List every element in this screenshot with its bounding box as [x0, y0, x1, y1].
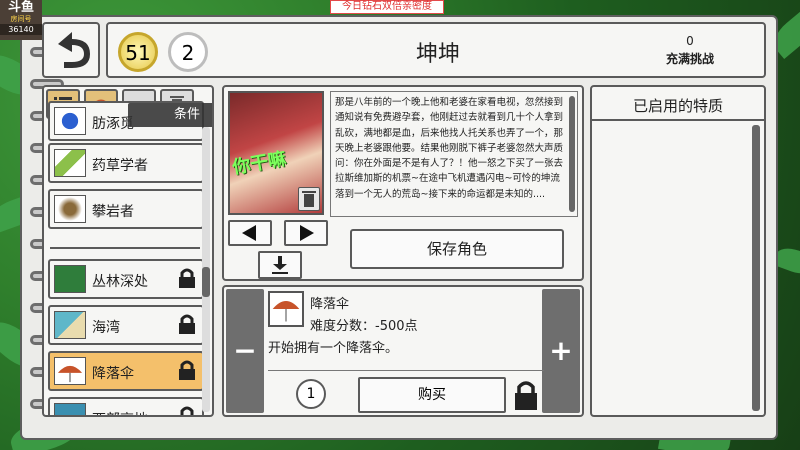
trait-detail-panel: − + 降落伞 难度分数：-500点 开始拥有一个降落伞。 1 购买 [222, 285, 584, 417]
description-scrollbar[interactable] [569, 96, 575, 212]
room-label: 房间号 [10, 15, 32, 23]
lock-icon [515, 381, 537, 410]
trait-name: 降落伞 [310, 297, 350, 312]
trait-list: 条件 肪涿觅 药草学者 攀岩者 丛林深处 海湾 降落伞 西部高地 [42, 85, 214, 417]
decrease-button[interactable]: − [226, 289, 264, 413]
list-item-selected[interactable]: 降落伞 [48, 351, 204, 391]
trait-score: 难度分数：-500点 [310, 319, 418, 334]
stream-banner: 今日钻石双倍亲密度 [330, 0, 444, 14]
arrow-left-icon [242, 225, 256, 241]
character-portrait: 你干嘛 [228, 91, 324, 215]
divider [268, 370, 544, 371]
jungle-icon [54, 265, 86, 293]
quantity-badge: 1 [296, 379, 326, 409]
minus-icon: − [233, 334, 257, 367]
list-scrollbar[interactable] [202, 127, 210, 412]
lock-icon [179, 268, 195, 288]
parachute-icon [54, 357, 86, 385]
save-character-button[interactable]: 保存角色 [350, 229, 564, 269]
tooltip: 条件 [128, 103, 212, 127]
challenge-count: 0 [686, 34, 694, 48]
character-panel: 你干嘛 那是八年前的一个晚上他和老婆在家看电视，忽然接到通知说有免费避孕套，他刚… [222, 85, 584, 281]
trait-description: 开始拥有一个降落伞。 [268, 341, 399, 356]
bay-icon [54, 311, 86, 339]
gold-coin-counter: 51 [118, 32, 158, 72]
room-id: 36140 [0, 24, 42, 35]
enabled-traits-panel: 已启用的特质 [590, 85, 766, 417]
list-item[interactable]: 药草学者 [48, 143, 204, 183]
highland-icon [54, 403, 86, 415]
portrait-caption: 你干嘛 [230, 148, 288, 179]
next-portrait-button[interactable] [284, 220, 328, 246]
prev-portrait-button[interactable] [228, 220, 272, 246]
douyu-logo: 斗鱼 房间号 36140 [0, 0, 42, 40]
list-item[interactable]: 西部高地 [48, 397, 204, 415]
lock-icon [179, 360, 195, 380]
arrow-right-icon [300, 225, 314, 241]
enabled-scrollbar[interactable] [752, 125, 760, 411]
enabled-traits-title: 已启用的特质 [592, 87, 764, 121]
item-label: 西部高地 [92, 409, 148, 415]
download-icon [272, 256, 288, 274]
list-item[interactable]: 攀岩者 [48, 189, 204, 229]
trash-icon [302, 191, 316, 207]
delete-portrait-button[interactable] [298, 187, 320, 211]
item-label: 降落伞 [92, 366, 134, 382]
parachute-icon [268, 291, 304, 327]
plus-icon: + [549, 334, 573, 367]
list-item[interactable]: 海湾 [48, 305, 204, 345]
increase-button[interactable]: + [542, 289, 580, 413]
herb-icon [54, 149, 86, 177]
scroll-thumb[interactable] [202, 267, 210, 297]
item-thumbnail [54, 107, 86, 135]
back-button[interactable] [42, 22, 100, 78]
challenge-info: 0 充满挑战 [666, 32, 714, 68]
download-button[interactable] [258, 251, 302, 279]
back-arrow-icon [58, 32, 90, 68]
item-label: 攀岩者 [92, 204, 134, 220]
challenge-label: 充满挑战 [665, 52, 714, 66]
item-label: 丛林深处 [92, 274, 148, 290]
list-item[interactable]: 丛林深处 [48, 259, 204, 299]
character-description: 那是八年前的一个晚上他和老婆在家看电视，忽然接到通知说有免费避孕套，他刚赶过去就… [330, 91, 578, 217]
header-bar: 51 2 坤坤 0 充满挑战 [106, 22, 766, 78]
item-label: 海湾 [92, 320, 120, 336]
lock-icon [180, 406, 194, 415]
item-label: 药草学者 [92, 158, 148, 174]
lock-icon [179, 314, 195, 334]
scroll-thumb[interactable] [752, 125, 760, 411]
description-text: 那是八年前的一个晚上他和老婆在家看电视，忽然接到通知说有免费避孕套，他刚赶过去就… [335, 97, 564, 200]
buy-button[interactable]: 购买 [358, 377, 506, 413]
rope-icon [54, 195, 86, 223]
logo-brand: 斗鱼 [7, 0, 34, 15]
character-name: 坤坤 [415, 42, 460, 67]
white-coin-counter: 2 [168, 32, 208, 72]
list-divider [50, 247, 200, 249]
